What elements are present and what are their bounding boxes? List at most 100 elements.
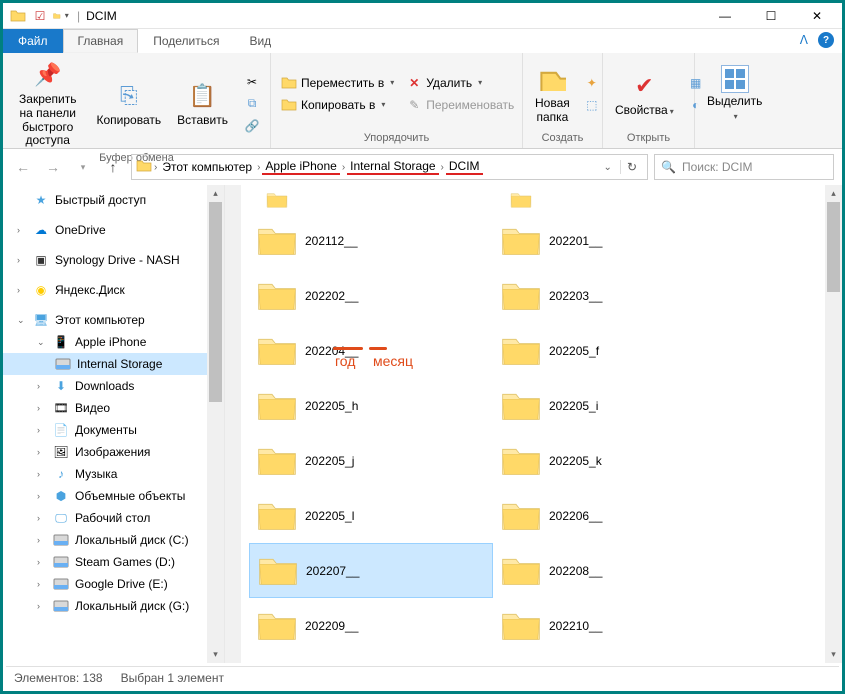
folder-item[interactable]: [249, 189, 493, 213]
delete-button[interactable]: ✕Удалить▾: [402, 73, 518, 93]
tab-file[interactable]: Файл: [3, 29, 63, 53]
crumb-folder[interactable]: DCIM: [446, 159, 483, 175]
refresh-button[interactable]: ↻: [620, 160, 643, 174]
tree-music[interactable]: ›♪Музыка: [3, 463, 224, 485]
up-button[interactable]: ↑: [101, 155, 125, 179]
tree-desktop[interactable]: ›🖵Рабочий стол: [3, 507, 224, 529]
recent-dropdown[interactable]: ▾: [71, 155, 95, 179]
tree-disk-e[interactable]: ›Google Drive (E:): [3, 573, 224, 595]
qat-folder-icon[interactable]: [9, 7, 27, 25]
scroll-down-icon[interactable]: ▾: [207, 646, 224, 663]
folder-item[interactable]: 202202__: [249, 268, 493, 323]
folder-item[interactable]: 202205_i: [493, 378, 737, 433]
path-dropdown[interactable]: ⌄: [604, 162, 612, 173]
search-placeholder: Поиск: DCIM: [682, 160, 753, 174]
search-input[interactable]: 🔍 Поиск: DCIM: [654, 154, 834, 180]
folder-item[interactable]: 202206__: [493, 488, 737, 543]
copy-path-button[interactable]: ⧉: [240, 94, 264, 114]
folder-item[interactable]: 202205_l: [249, 488, 493, 543]
folder-icon: [501, 331, 541, 371]
select-button[interactable]: Выделить▾: [701, 63, 768, 125]
crumb-pc[interactable]: Этот компьютер: [159, 160, 255, 174]
scroll-up-icon[interactable]: ▴: [207, 185, 224, 202]
move-to-button[interactable]: Переместить в▾: [277, 73, 398, 93]
qat-folder2-icon[interactable]: ▾: [53, 7, 71, 25]
tree-synology[interactable]: ›▣Synology Drive - NASH: [3, 249, 224, 271]
column-gutter[interactable]: [225, 185, 241, 663]
paste-button[interactable]: 📋 Вставить: [171, 78, 234, 130]
close-button[interactable]: ✕: [794, 3, 840, 29]
cut-icon: ✂: [244, 74, 260, 90]
pane-scrollbar-thumb[interactable]: [827, 202, 840, 292]
folder-item[interactable]: 202210__: [493, 598, 737, 653]
folder-item[interactable]: 202209__: [249, 598, 493, 653]
folder-item[interactable]: 202204__: [249, 323, 493, 378]
tab-view[interactable]: Вид: [234, 29, 286, 53]
folder-item[interactable]: 202205_j: [249, 433, 493, 488]
tree-video[interactable]: ›🎞Видео: [3, 397, 224, 419]
new-item-button[interactable]: ✦: [580, 73, 604, 93]
iphone-icon: 📱: [53, 334, 69, 350]
tree-disk-g[interactable]: ›Локальный диск (G:): [3, 595, 224, 617]
folder-item[interactable]: 202112__: [249, 213, 493, 268]
help-icon[interactable]: ?: [818, 32, 834, 48]
tree-downloads[interactable]: ›⬇Downloads: [3, 375, 224, 397]
pane-scrollbar[interactable]: ▴ ▾: [825, 185, 842, 663]
folder-icon: [257, 221, 297, 261]
folder-item[interactable]: 202205_f: [493, 323, 737, 378]
easy-access-button[interactable]: ⬚: [580, 95, 604, 115]
folder-item[interactable]: 202205_k: [493, 433, 737, 488]
maximize-button[interactable]: ☐: [748, 3, 794, 29]
status-bar: Элементов: 138 Выбран 1 элемент: [6, 666, 839, 688]
tree-3dobjects[interactable]: ›⬢Объемные объекты: [3, 485, 224, 507]
downloads-icon: ⬇: [53, 378, 69, 394]
tree-documents[interactable]: ›📄Документы: [3, 419, 224, 441]
tree-pictures[interactable]: ›🖼Изображения: [3, 441, 224, 463]
rename-button[interactable]: ✎Переименовать: [402, 95, 518, 115]
tree-quickaccess[interactable]: ★Быстрый доступ: [3, 189, 224, 211]
folder-item[interactable]: [493, 189, 737, 213]
tree-disk-d[interactable]: ›Steam Games (D:): [3, 551, 224, 573]
qat-checkbox-icon[interactable]: ☑: [31, 7, 49, 25]
ribbon-collapse-icon[interactable]: ᐱ: [800, 33, 808, 47]
tree-thispc[interactable]: ⌄🖥Этот компьютер: [3, 309, 224, 331]
folder-icon: [257, 191, 297, 209]
copy-button[interactable]: ⎘ Копировать: [91, 78, 168, 130]
crumb-device[interactable]: Apple iPhone: [262, 159, 339, 175]
folder-name: 202208__: [549, 564, 602, 578]
objects-icon: ⬢: [53, 488, 69, 504]
folder-item[interactable]: 202205_h: [249, 378, 493, 433]
new-group-label: Создать: [527, 132, 598, 146]
scroll-down-icon[interactable]: ▾: [825, 646, 842, 663]
copy-to-button[interactable]: Копировать в▾: [277, 95, 398, 115]
back-button[interactable]: ←: [11, 155, 35, 179]
tree-internal-storage[interactable]: Internal Storage: [3, 353, 224, 375]
paste-shortcut-button[interactable]: 🔗: [240, 116, 264, 136]
new-folder-button[interactable]: Новая папка: [529, 61, 576, 127]
tree-scrollbar[interactable]: ▴ ▾: [207, 185, 224, 663]
cut-button[interactable]: ✂: [240, 72, 264, 92]
tree-scrollbar-thumb[interactable]: [209, 202, 222, 402]
properties-button[interactable]: ✔ Свойства▾: [609, 68, 680, 120]
folder-name: 202210__: [549, 619, 602, 633]
minimize-button[interactable]: —: [702, 3, 748, 29]
folder-item[interactable]: 202208__: [493, 543, 737, 598]
file-pane[interactable]: 202112__ 202201__ 202202__202203__202204__…: [225, 185, 842, 663]
tab-home[interactable]: Главная: [63, 29, 139, 53]
breadcrumb-path[interactable]: › Этот компьютер › Apple iPhone › Intern…: [131, 154, 648, 180]
scroll-up-icon[interactable]: ▴: [825, 185, 842, 202]
navigation-tree[interactable]: ★Быстрый доступ ›☁OneDrive ›▣Synology Dr…: [3, 185, 225, 663]
forward-button[interactable]: →: [41, 155, 65, 179]
tree-yadisk[interactable]: ›◉Яндекс.Диск: [3, 279, 224, 301]
tree-disk-c[interactable]: ›Локальный диск (C:): [3, 529, 224, 551]
crumb-storage[interactable]: Internal Storage: [347, 159, 438, 175]
folder-item[interactable]: 202201__: [493, 213, 737, 268]
tree-iphone[interactable]: ⌄📱Apple iPhone: [3, 331, 224, 353]
tab-share[interactable]: Поделиться: [138, 29, 234, 53]
folder-item[interactable]: 202203__: [493, 268, 737, 323]
paste-shortcut-icon: 🔗: [244, 118, 260, 134]
pin-to-quickaccess-button[interactable]: 📌 Закрепить на панели быстрого доступа: [9, 57, 87, 150]
folder-item[interactable]: 202207__: [249, 543, 493, 598]
folder-name: 202201__: [549, 234, 602, 248]
tree-onedrive[interactable]: ›☁OneDrive: [3, 219, 224, 241]
